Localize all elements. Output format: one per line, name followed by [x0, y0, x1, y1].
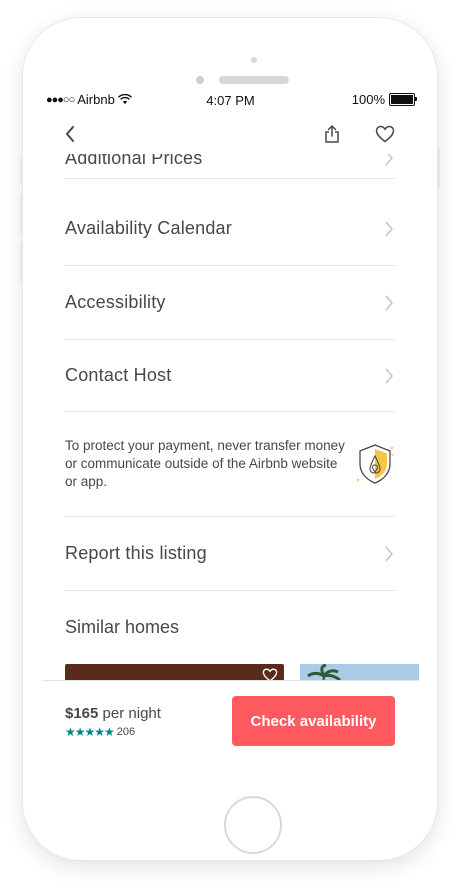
- rating-summary: ★★★★★ 206: [65, 725, 135, 739]
- heart-icon[interactable]: [262, 668, 278, 680]
- save-listing-button[interactable]: [373, 122, 397, 146]
- check-availability-button[interactable]: Check availability: [232, 696, 395, 746]
- chevron-right-icon: [385, 295, 393, 310]
- battery-percent: 100%: [351, 92, 385, 107]
- earpiece-speaker: [219, 76, 289, 84]
- chevron-left-icon: [66, 126, 74, 142]
- status-bar: ●●●○○ Airbnb 4:07 PM 100%: [42, 86, 419, 114]
- palm-tree-photo: [307, 663, 341, 680]
- menu-item-contact-host[interactable]: Contact Host: [65, 340, 395, 412]
- navigation-bar: [42, 114, 419, 154]
- price-amount: $165: [65, 705, 99, 722]
- volume-up-button: [20, 194, 23, 234]
- battery-icon: [389, 93, 417, 106]
- similar-home-card[interactable]: [300, 663, 419, 680]
- menu-item-additional-prices[interactable]: Additional Prices: [65, 154, 395, 179]
- chevron-right-icon: [385, 368, 393, 383]
- menu-item-label: Additional Prices: [65, 154, 203, 168]
- menu-item-label: Availability Calendar: [65, 218, 232, 238]
- heart-icon: [375, 125, 395, 143]
- report-listing-label: Report this listing: [65, 543, 207, 563]
- booking-bar: $165 per night ★★★★★ 206 Check availabil…: [42, 680, 419, 760]
- sensor-dot: [196, 76, 204, 84]
- home-button[interactable]: [224, 796, 282, 854]
- report-listing-link[interactable]: Report this listing: [65, 517, 395, 591]
- payment-safety-notice: To protect your payment, never transfer …: [65, 412, 395, 517]
- volume-down-button: [20, 242, 23, 282]
- menu-item-accessibility[interactable]: Accessibility: [65, 266, 395, 340]
- nightly-price: $165 per night: [65, 705, 161, 722]
- review-count: 206: [116, 726, 136, 738]
- back-button[interactable]: [58, 122, 82, 146]
- price-unit: per night: [102, 705, 161, 722]
- listing-details-list: Additional Prices Availability Calendar …: [42, 154, 419, 680]
- share-button[interactable]: [320, 122, 344, 146]
- screen: ●●●○○ Airbnb 4:07 PM 100% Additional Pri…: [42, 86, 419, 760]
- shield-icon: [356, 444, 394, 484]
- chevron-right-icon: [385, 546, 393, 561]
- safety-message: To protect your payment, never transfer …: [65, 438, 345, 489]
- chevron-right-icon: [385, 221, 393, 236]
- mute-switch: [20, 158, 23, 184]
- menu-item-availability-calendar[interactable]: Availability Calendar: [65, 192, 395, 266]
- star-rating-icon: ★★★★★: [65, 725, 115, 739]
- chevron-right-icon: [385, 154, 393, 166]
- similar-homes-heading: Similar homes: [65, 617, 180, 637]
- menu-item-label: Accessibility: [65, 292, 166, 312]
- menu-item-label: Contact Host: [65, 365, 172, 385]
- front-camera: [251, 57, 257, 63]
- similar-home-card[interactable]: [65, 664, 284, 680]
- power-button: [437, 148, 440, 188]
- share-icon: [325, 124, 339, 143]
